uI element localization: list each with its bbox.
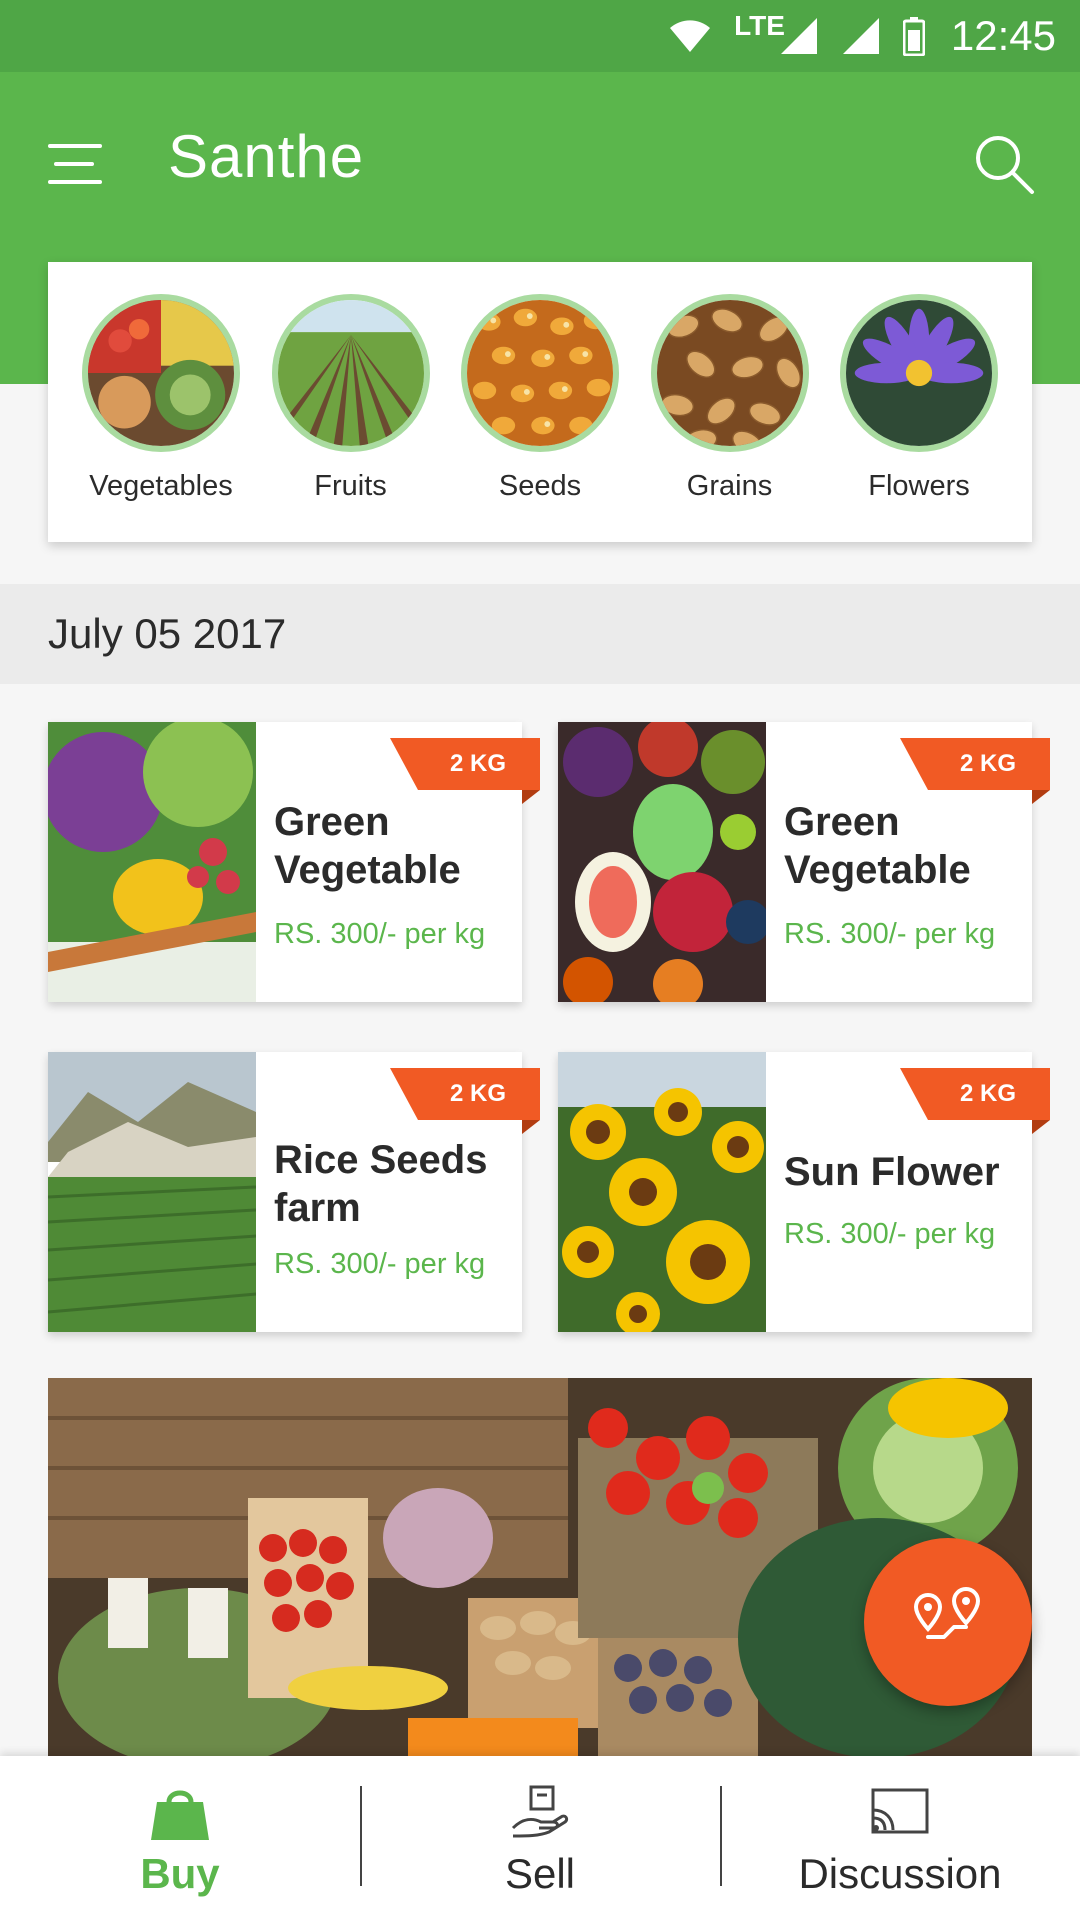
lte-signal: LTE (734, 10, 819, 56)
field-photo (271, 294, 430, 452)
nav-divider (720, 1786, 722, 1886)
product-image (558, 722, 766, 1002)
signal-icon-secondary (841, 16, 881, 56)
product-image (558, 1052, 766, 1332)
status-bar: LTE 12:45 (0, 0, 1080, 72)
app-title: Santhe (168, 123, 365, 190)
nav-label: Sell (504, 1850, 576, 1897)
category-fruits[interactable]: Fruits (266, 294, 436, 542)
seeds-photo (461, 294, 619, 452)
category-label: Vegetables (89, 470, 233, 502)
product-price: RS. 300/- per kg (784, 918, 996, 950)
category-grains[interactable]: Grains (645, 294, 815, 542)
nav-buy[interactable]: Buy (0, 1756, 360, 1920)
badge-fold (1032, 790, 1050, 804)
category-label: Grains (686, 470, 773, 502)
cast-icon (871, 1788, 929, 1834)
hand-box-icon (511, 1785, 569, 1838)
clock: 12:45 (950, 12, 1056, 59)
product-price: RS. 300/- per kg (274, 1248, 486, 1280)
product-image (48, 1052, 256, 1332)
product-name: Sun Flower (784, 1148, 1020, 1196)
category-label: Flowers (868, 470, 970, 502)
product-name: Green Vegetable (274, 798, 510, 894)
badge-fold (522, 790, 540, 804)
nav-divider (360, 1786, 362, 1886)
category-vegetables[interactable]: Vegetables (76, 294, 246, 542)
category-label: Seeds (498, 470, 582, 502)
product-name-line2: Vegetable (274, 848, 461, 892)
nav-label: Buy (140, 1850, 220, 1897)
product-name-line1: Green (784, 800, 900, 844)
nav-sell[interactable]: Sell (360, 1756, 720, 1920)
date-label: July 05 2017 (48, 610, 287, 657)
product-card[interactable]: Sun Flower RS. 300/- per kg 2 KG (558, 1052, 1050, 1332)
battery-icon (902, 16, 925, 56)
wifi-icon (668, 18, 712, 54)
menu-icon[interactable] (40, 134, 110, 194)
badge-fold (1032, 1120, 1050, 1134)
route-pins-icon[interactable] (864, 1538, 1032, 1706)
product-name-line1: Rice Seeds (274, 1138, 488, 1182)
nav-discussion[interactable]: Discussion (720, 1756, 1080, 1920)
search-icon[interactable] (970, 130, 1040, 200)
category-seeds[interactable]: Seeds (455, 294, 625, 542)
product-name-line2: Vegetable (784, 848, 971, 892)
vegetables-photo (82, 294, 240, 452)
product-name-line1: Green (274, 800, 390, 844)
product-name: Rice Seeds farm (274, 1136, 510, 1232)
product-card[interactable]: Rice Seeds farm RS. 300/- per kg 2 KG (48, 1052, 540, 1332)
product-card[interactable]: Green Vegetable RS. 300/- per kg 2 KG (558, 722, 1050, 1002)
signal-icon (780, 18, 817, 54)
product-name-line2: farm (274, 1186, 361, 1230)
category-label: Fruits (314, 470, 387, 502)
date-header: July 05 2017 (0, 584, 1080, 684)
category-flowers[interactable]: Flowers (834, 294, 1004, 542)
product-name: Green Vegetable (784, 798, 1020, 894)
category-card: Vegetables Fruits Seeds Grains Flowers (48, 262, 1032, 542)
shopping-bag-icon (151, 1790, 209, 1840)
grains-photo (650, 294, 809, 452)
bottom-navigation: Buy Sell Discussion (0, 1756, 1080, 1920)
product-card[interactable]: Green Vegetable RS. 300/- per kg 2 KG (48, 722, 540, 1002)
product-price: RS. 300/- per kg (784, 1218, 996, 1250)
badge-fold (522, 1120, 540, 1134)
network-type-label: LTE (734, 10, 785, 41)
product-price: RS. 300/- per kg (274, 918, 486, 950)
product-image (48, 722, 256, 1002)
flower-photo (840, 294, 998, 452)
product-name-line1: Sun Flower (784, 1150, 1000, 1194)
nav-label: Discussion (798, 1850, 1002, 1897)
